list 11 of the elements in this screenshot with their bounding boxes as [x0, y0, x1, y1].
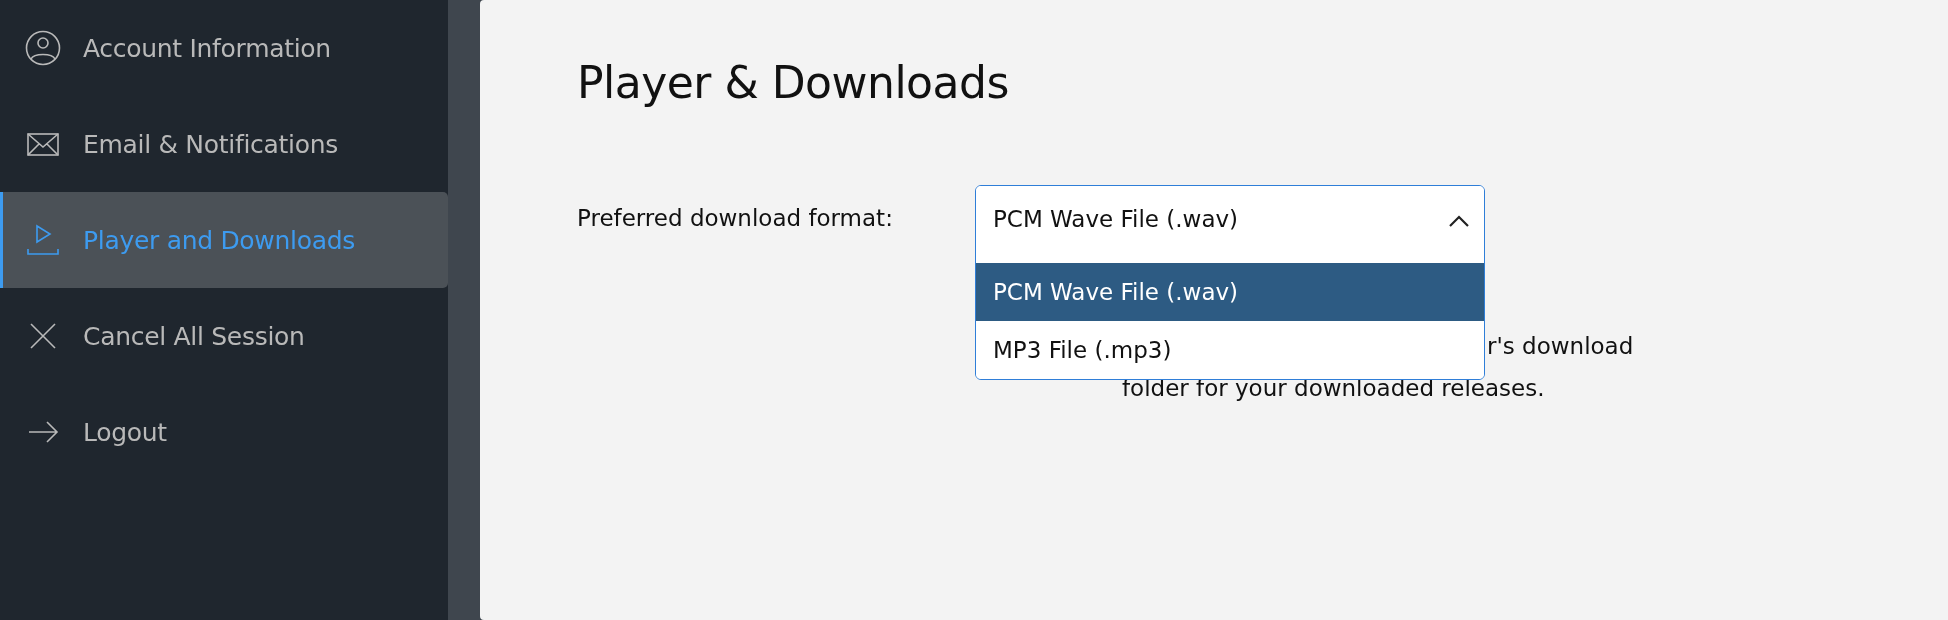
sidebar-item[interactable]: Logout	[0, 384, 448, 480]
sidebar-item[interactable]: Cancel All Session	[0, 288, 448, 384]
note-text: r's download	[1487, 332, 1634, 361]
page-title: Player & Downloads	[577, 57, 1010, 109]
sidebar-item[interactable]: Account Information	[0, 0, 448, 96]
user-icon	[25, 30, 61, 66]
play-download-icon	[25, 222, 61, 258]
chevron-icon	[1448, 214, 1470, 228]
sidebar-item[interactable]: Email & Notifications	[0, 96, 448, 192]
field-label: Preferred download format:	[577, 204, 894, 231]
dropdown-option[interactable]: PCM Wave File (.wav)	[976, 263, 1484, 321]
